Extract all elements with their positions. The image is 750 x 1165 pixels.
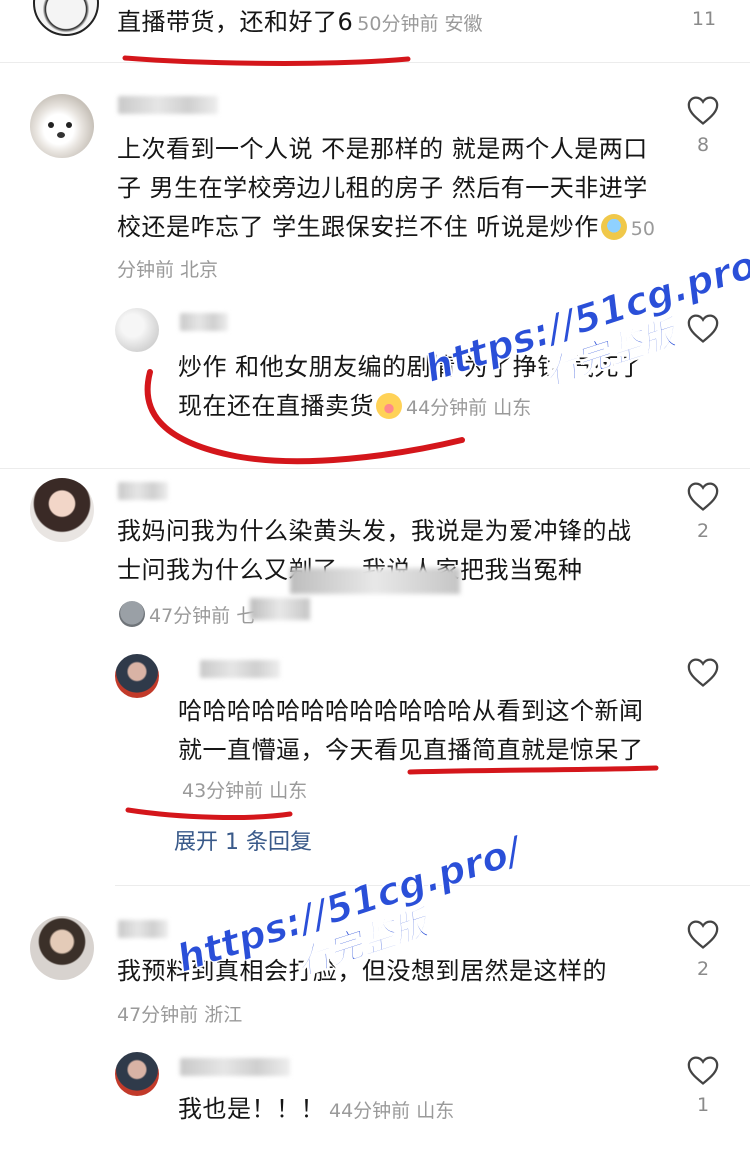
- like-button[interactable]: 8: [683, 94, 723, 156]
- comment-text: 上次看到一个人说 不是那样的 就是两个人是两口子 男生在学校旁边儿租的房子 然后…: [117, 135, 655, 281]
- reply-avatar[interactable]: [115, 1052, 159, 1096]
- heart-outline-icon: [687, 96, 719, 125]
- reply-like-button[interactable]: 1: [683, 1054, 723, 1116]
- comment-meta: 47分钟前 七: [149, 605, 256, 627]
- heart-outline-icon: [687, 658, 719, 687]
- crying-emoji-icon: [600, 214, 627, 240]
- comment-meta: 50分钟前 安徽: [357, 13, 483, 35]
- comment-text: 直播带货，还和好了6 50分钟前 安徽: [117, 8, 483, 36]
- dog-face-icon: [48, 122, 54, 128]
- avatar[interactable]: [30, 94, 94, 158]
- like-button[interactable]: 11: [684, 8, 724, 30]
- username-blurred: [118, 482, 168, 500]
- avatar[interactable]: [30, 478, 94, 542]
- heart-outline-icon: [687, 920, 719, 949]
- avatar[interactable]: [30, 916, 94, 980]
- reply-meta: 44分钟前 山东: [329, 1100, 455, 1122]
- like-button[interactable]: 2: [683, 480, 723, 542]
- heart-outline-icon: [687, 1056, 719, 1085]
- like-count: 8: [696, 134, 710, 156]
- censor-block: [290, 568, 460, 594]
- reply-avatar[interactable]: [115, 654, 159, 698]
- expand-replies-link[interactable]: 展开 1 条回复: [174, 824, 312, 856]
- censor-block: [250, 598, 310, 620]
- reply-text: 我也是！！！ 44分钟前 山东: [178, 1095, 455, 1123]
- like-count: 11: [691, 8, 717, 30]
- divider: [0, 62, 750, 63]
- reply-username-blurred: [180, 1058, 290, 1076]
- username-blurred: [118, 96, 218, 114]
- like-count: 2: [696, 958, 710, 980]
- reply-meta: 43分钟前 山东: [182, 780, 308, 802]
- username-blurred: [118, 920, 168, 938]
- like-button[interactable]: 2: [683, 918, 723, 980]
- like-count: 1: [696, 1094, 710, 1116]
- avatar[interactable]: [33, 0, 99, 36]
- reply-username-blurred: [180, 313, 228, 331]
- reply-like-button[interactable]: [683, 656, 723, 688]
- crying-face-icon: [376, 393, 402, 419]
- heart-outline-icon: [687, 482, 719, 511]
- reply-username-blurred: [200, 660, 280, 678]
- comment-1: 上次看到一个人说 不是那样的 就是两个人是两口子 男生在学校旁边儿租的房子 然后…: [0, 80, 750, 470]
- comment-0: 直播带货，还和好了6 50分钟前 安徽 11: [0, 0, 750, 62]
- sad-emoji-icon: [119, 601, 145, 627]
- reply-text: 哈哈哈哈哈哈哈哈哈哈哈哈从看到这个新闻就一直懵逼，今天看见直播简直就是惊呆了43…: [178, 697, 644, 802]
- comment-2: 我妈问我为什么染黄头发，我说是为爱冲锋的战士问我为什么又剃了，我说人家把我当冤种…: [0, 468, 750, 878]
- comment-meta-row: 47分钟前 七: [117, 595, 637, 636]
- like-count: 2: [696, 520, 710, 542]
- reply-avatar[interactable]: [115, 308, 159, 352]
